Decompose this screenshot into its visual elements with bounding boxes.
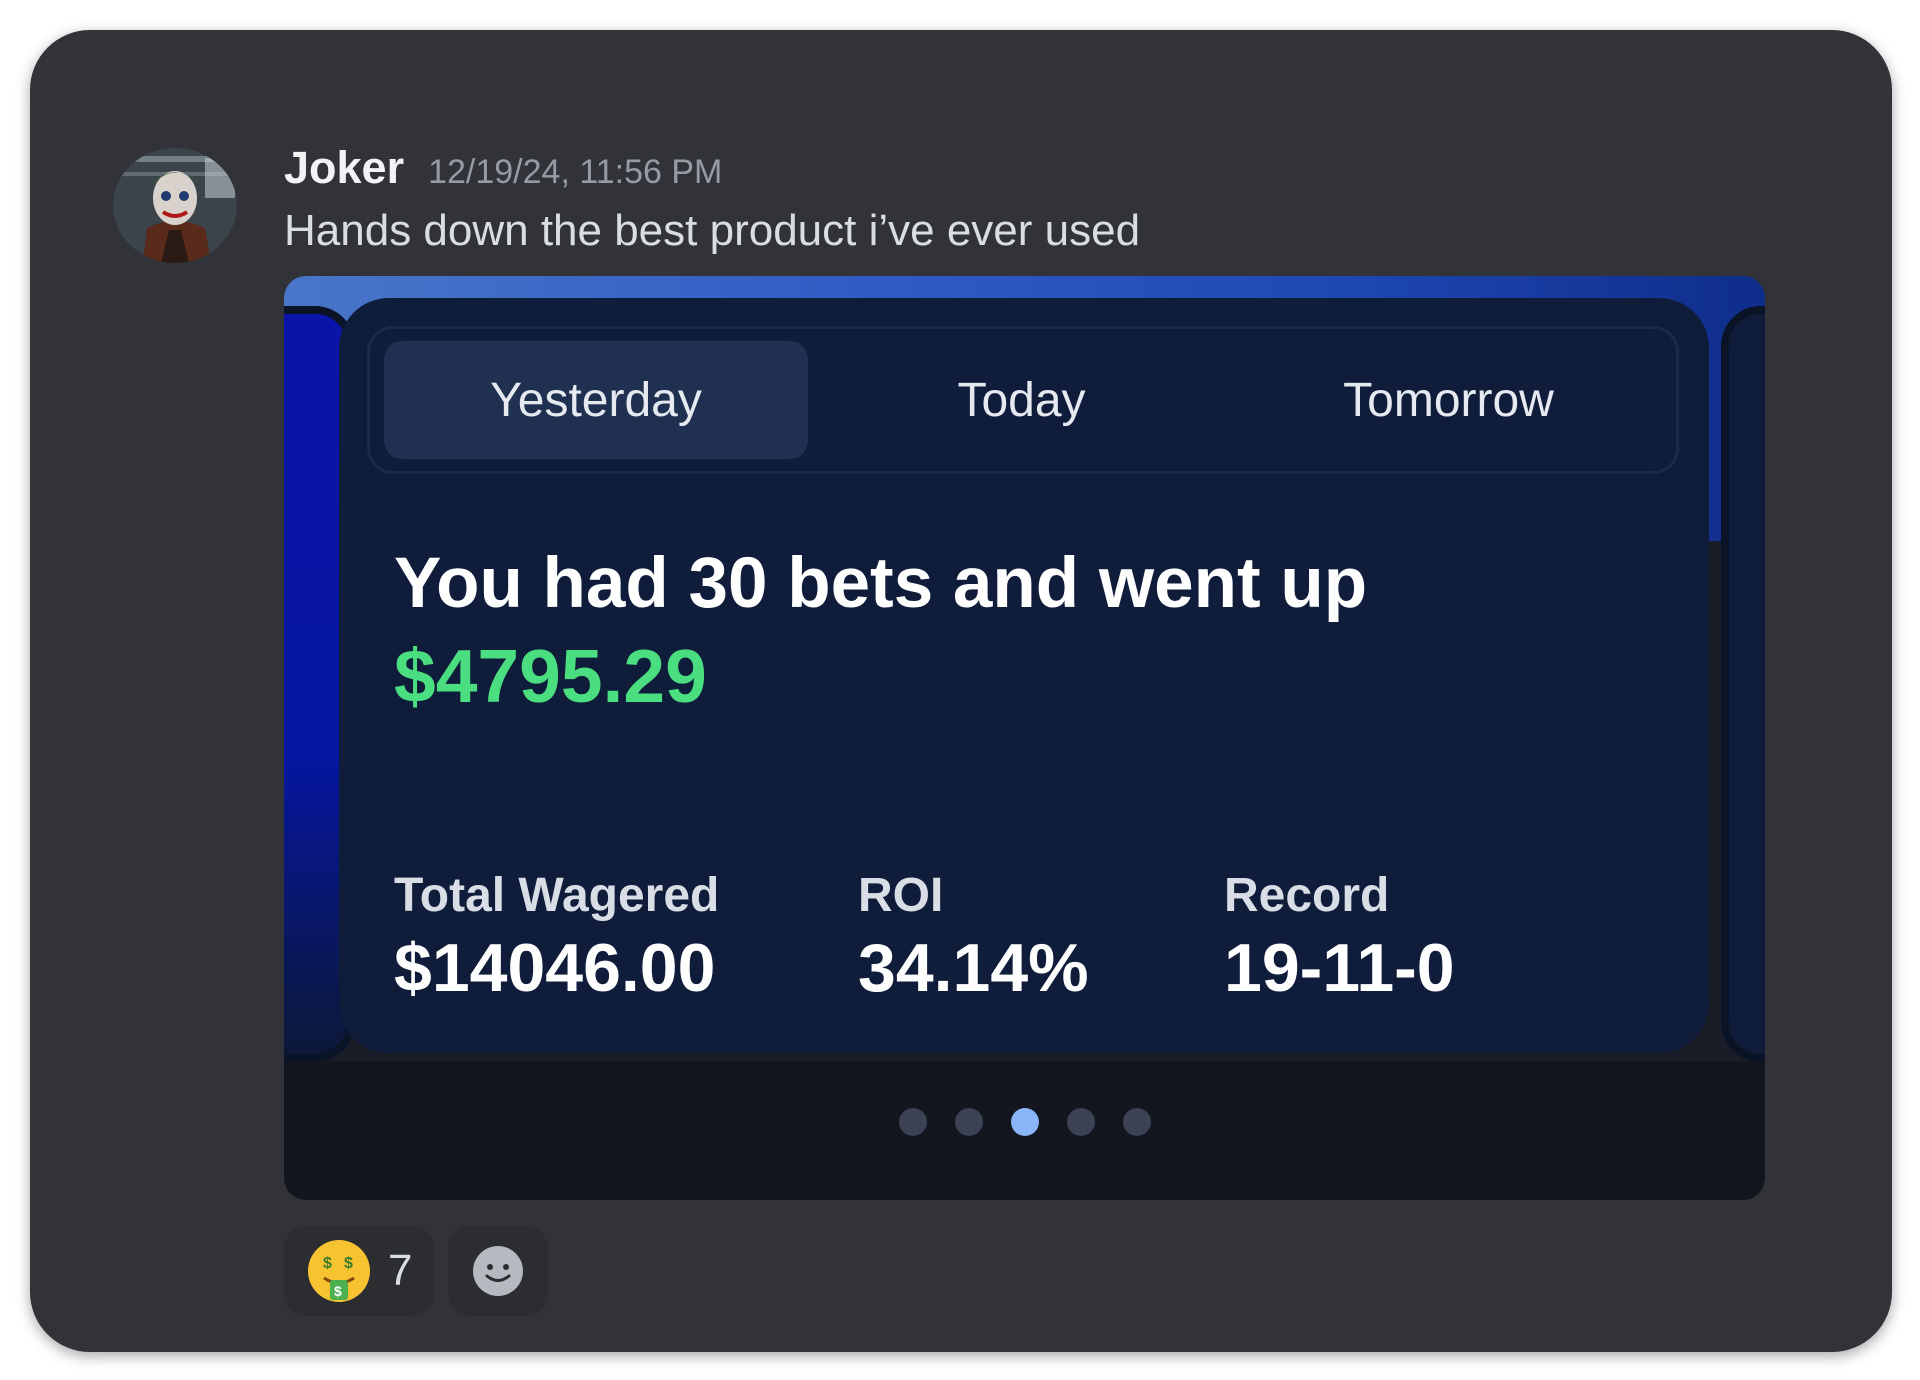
add-reaction-icon bbox=[470, 1243, 526, 1299]
carousel-dot[interactable] bbox=[1122, 1108, 1151, 1136]
tab-yesterday[interactable]: Yesterday bbox=[384, 341, 808, 459]
stat-value: 19-11-0 bbox=[1224, 930, 1455, 1006]
carousel-dot[interactable] bbox=[898, 1108, 927, 1136]
svg-text:$: $ bbox=[334, 1283, 342, 1299]
stat-total-wagered: Total Wagered $14046.00 bbox=[394, 868, 719, 1007]
profit-amount: $4795.29 bbox=[394, 634, 707, 718]
stat-roi: ROI 34.14% bbox=[858, 868, 1089, 1007]
tab-today[interactable]: Today bbox=[808, 341, 1235, 459]
carousel-dot[interactable] bbox=[1066, 1108, 1095, 1136]
summary-headline: You had 30 bets and went up bbox=[394, 544, 1368, 623]
reaction-count: 7 bbox=[388, 1246, 413, 1295]
avatar[interactable] bbox=[113, 148, 237, 263]
stat-value: $14046.00 bbox=[394, 930, 716, 1006]
message-header: Joker 12/19/24, 11:56 PM bbox=[284, 142, 722, 194]
stat-label: Record bbox=[1224, 869, 1390, 922]
carousel-dots bbox=[284, 1108, 1765, 1136]
reactions-bar: $ $ $ 7 bbox=[284, 1226, 549, 1316]
embedded-image[interactable]: Yesterday Today Tomorrow You had 30 bets… bbox=[284, 276, 1765, 1200]
stat-record: Record 19-11-0 bbox=[1224, 868, 1455, 1007]
summary-card: Yesterday Today Tomorrow You had 30 bets… bbox=[339, 298, 1709, 1053]
timestamp[interactable]: 12/19/24, 11:56 PM bbox=[428, 153, 722, 192]
message-container: Joker 12/19/24, 11:56 PM Hands down the … bbox=[30, 30, 1892, 1352]
svg-text:$: $ bbox=[344, 1255, 353, 1272]
avatar-image bbox=[113, 148, 237, 263]
add-reaction-button[interactable] bbox=[448, 1226, 549, 1316]
username[interactable]: Joker bbox=[284, 142, 404, 194]
carousel-next-card bbox=[1721, 306, 1765, 1062]
carousel-dot[interactable] bbox=[1010, 1108, 1039, 1136]
carousel-dot[interactable] bbox=[954, 1108, 983, 1136]
money-mouth-face-icon: $ $ $ bbox=[306, 1238, 372, 1304]
stat-value: 34.14% bbox=[858, 930, 1089, 1006]
stat-label: ROI bbox=[858, 869, 944, 922]
reaction-money-mouth[interactable]: $ $ $ 7 bbox=[284, 1226, 435, 1316]
day-tabs: Yesterday Today Tomorrow bbox=[367, 326, 1679, 474]
message-text: Hands down the best product i’ve ever us… bbox=[284, 206, 1141, 255]
tab-tomorrow[interactable]: Tomorrow bbox=[1235, 341, 1662, 459]
svg-text:$: $ bbox=[323, 1255, 332, 1272]
stat-label: Total Wagered bbox=[394, 869, 720, 922]
